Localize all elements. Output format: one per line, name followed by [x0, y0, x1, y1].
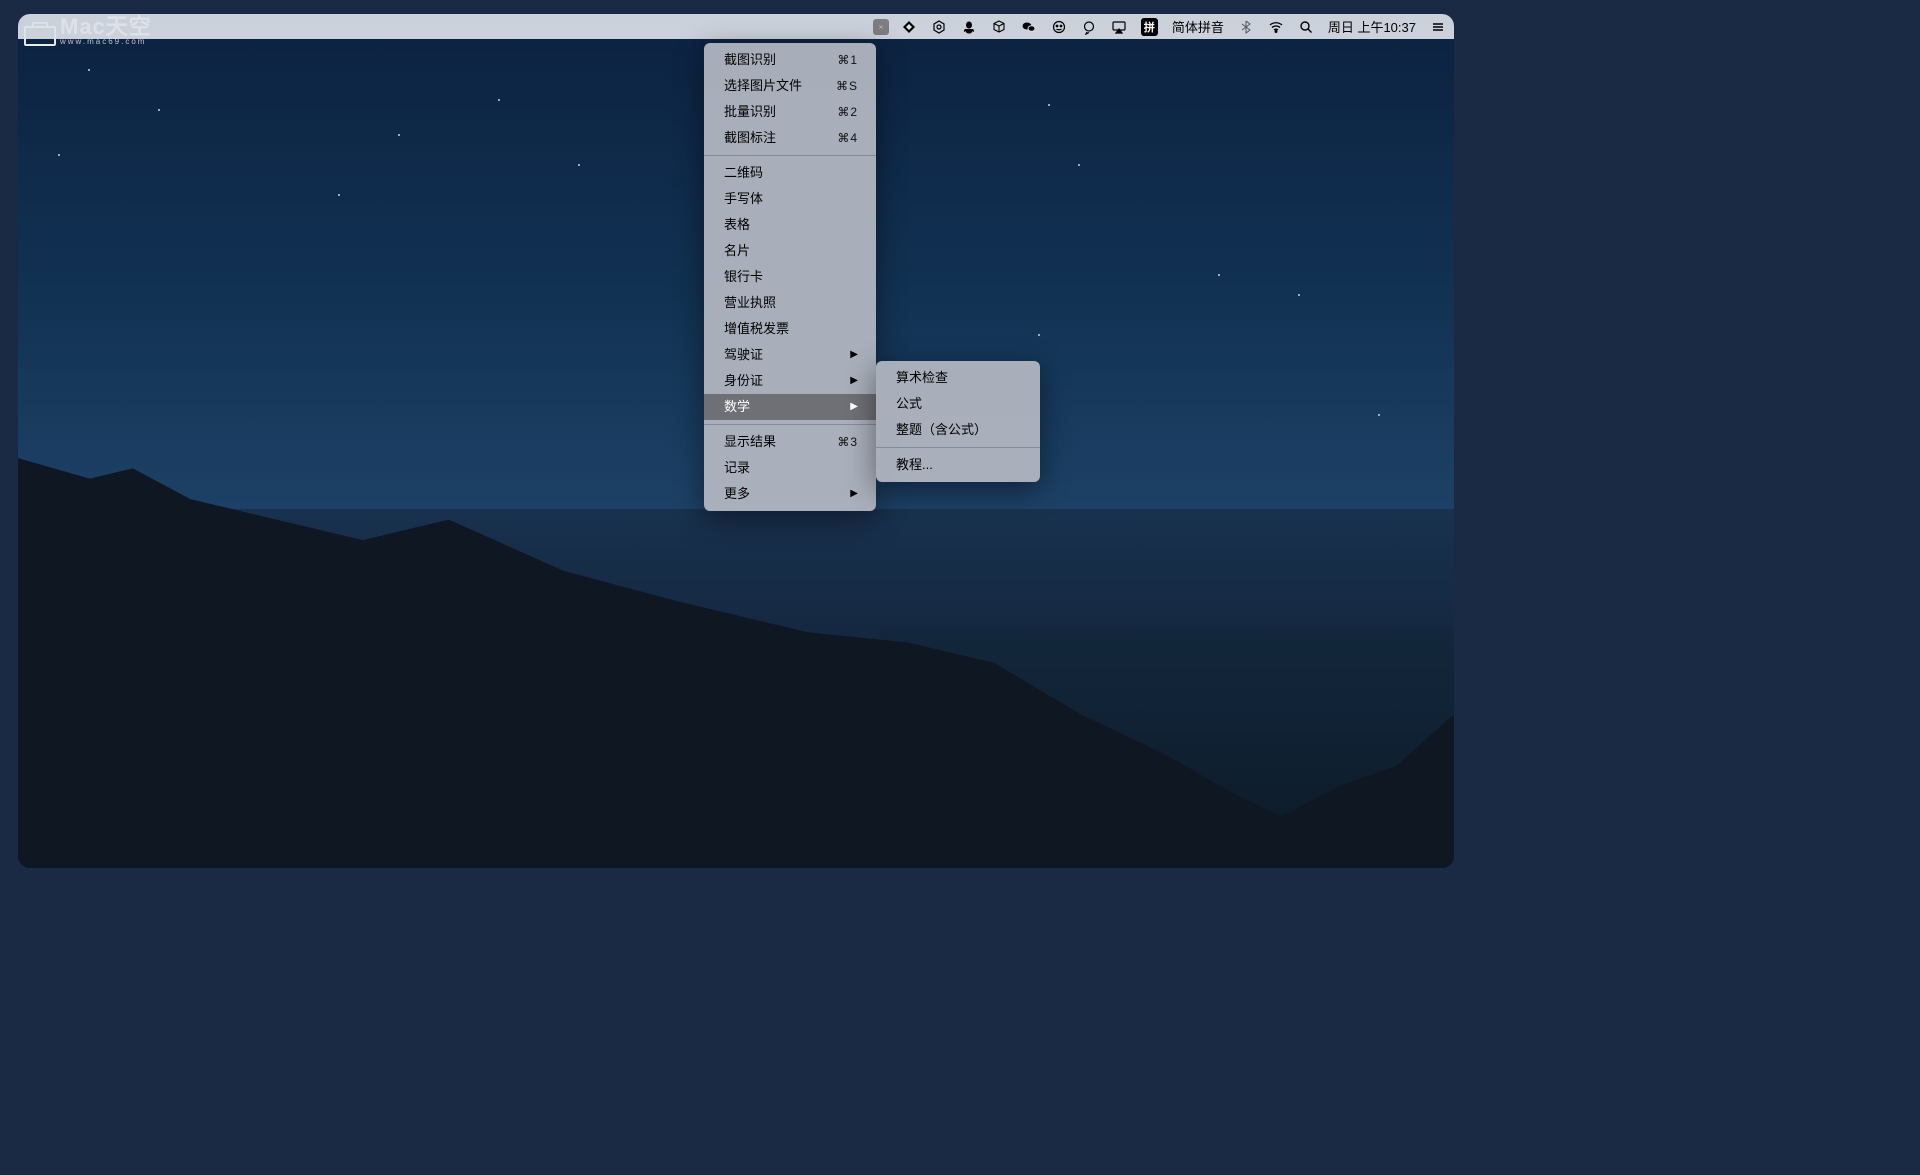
menu-namecard[interactable]: 名片	[704, 238, 876, 264]
menu-label: 营业执照	[724, 293, 776, 313]
menu-label: 数学	[724, 397, 750, 417]
menu-select-image[interactable]: 选择图片文件 ⌘S	[704, 73, 876, 99]
watermark-url: www.mac69.com	[60, 38, 152, 46]
menu-math[interactable]: 数学 ▶	[704, 394, 876, 420]
menu-label: 银行卡	[724, 267, 763, 287]
menu-icon[interactable]	[1430, 19, 1446, 35]
submenu-formula[interactable]: 公式	[876, 391, 1040, 417]
submenu-fullquestion[interactable]: 整题（含公式）	[876, 417, 1040, 443]
diamond-icon[interactable]	[901, 19, 917, 35]
submenu-arithmetic[interactable]: 算术检查	[876, 365, 1040, 391]
datetime[interactable]: 周日 上午10:37	[1328, 17, 1416, 36]
shortcut: ⌘S	[836, 76, 858, 96]
menu-label: 驾驶证	[724, 345, 763, 365]
menu-label: 截图标注	[724, 128, 776, 148]
input-method-label[interactable]: 简体拼音	[1172, 17, 1224, 36]
menu-separator	[704, 155, 876, 156]
menu-label: 更多	[724, 484, 750, 504]
submenu-arrow-icon: ▶	[850, 484, 858, 504]
menu-handwriting[interactable]: 手写体	[704, 186, 876, 212]
menu-label: 手写体	[724, 189, 763, 209]
submenu-arrow-icon: ▶	[850, 371, 858, 391]
shortcut: ⌘3	[837, 432, 858, 452]
menu-label: 选择图片文件	[724, 76, 802, 96]
submenu-arrow-icon: ▶	[850, 345, 858, 365]
menu-label: 二维码	[724, 163, 763, 183]
shortcut: ⌘4	[837, 128, 858, 148]
menu-vat[interactable]: 增值税发票	[704, 316, 876, 342]
menu-separator	[876, 447, 1040, 448]
menu-label: 身份证	[724, 371, 763, 391]
submenu-tutorial[interactable]: 教程...	[876, 452, 1040, 478]
menu-label: 显示结果	[724, 432, 776, 452]
input-method-badge[interactable]: 拼	[1141, 18, 1158, 36]
menu-history[interactable]: 记录	[704, 455, 876, 481]
qq-icon[interactable]	[961, 19, 977, 35]
menu-label: 名片	[724, 241, 750, 261]
shortcut: ⌘2	[837, 102, 858, 122]
menu-driver-license[interactable]: 驾驶证 ▶	[704, 342, 876, 368]
menu-label: 增值税发票	[724, 319, 789, 339]
chat-icon[interactable]	[1081, 19, 1097, 35]
menu-label: 整题（含公式）	[896, 420, 987, 440]
menu-show-result[interactable]: 显示结果 ⌘3	[704, 429, 876, 455]
menu-label: 截图识别	[724, 50, 776, 70]
dropdown-menu: 截图识别 ⌘1 选择图片文件 ⌘S 批量识别 ⌘2 截图标注 ⌘4 二维码 手写体 表格…	[704, 43, 876, 511]
desktop-window: Mac天空 www.mac69.com 拼 简体拼音 周日 上午10:37 截图…	[18, 14, 1454, 868]
cube-icon[interactable]	[991, 19, 1007, 35]
menu-label: 公式	[896, 394, 922, 414]
wechat-icon[interactable]	[1021, 19, 1037, 35]
emoji-icon[interactable]	[1051, 19, 1067, 35]
math-submenu: 算术检查 公式 整题（含公式） 教程...	[876, 361, 1040, 482]
menu-license[interactable]: 营业执照	[704, 290, 876, 316]
menu-table[interactable]: 表格	[704, 212, 876, 238]
menu-label: 批量识别	[724, 102, 776, 122]
bluetooth-icon[interactable]	[1238, 19, 1254, 35]
menu-more[interactable]: 更多 ▶	[704, 481, 876, 507]
menu-id-card[interactable]: 身份证 ▶	[704, 368, 876, 394]
menu-label: 记录	[724, 458, 750, 478]
menu-batch-ocr[interactable]: 批量识别 ⌘2	[704, 99, 876, 125]
search-icon[interactable]	[1298, 19, 1314, 35]
menu-screenshot-ocr[interactable]: 截图识别 ⌘1	[704, 47, 876, 73]
wifi-icon[interactable]	[1268, 19, 1284, 35]
capture-icon[interactable]	[873, 19, 889, 35]
submenu-arrow-icon: ▶	[850, 397, 858, 417]
hexagon-icon[interactable]	[931, 19, 947, 35]
menu-screenshot-annotate[interactable]: 截图标注 ⌘4	[704, 125, 876, 151]
menubar: 拼 简体拼音 周日 上午10:37	[18, 14, 1454, 39]
menu-bankcard[interactable]: 银行卡	[704, 264, 876, 290]
airplay-icon[interactable]	[1111, 19, 1127, 35]
shortcut: ⌘1	[837, 50, 858, 70]
menu-label: 教程...	[896, 455, 933, 475]
menu-label: 算术检查	[896, 368, 948, 388]
menu-separator	[704, 424, 876, 425]
menu-label: 表格	[724, 215, 750, 235]
menu-qrcode[interactable]: 二维码	[704, 160, 876, 186]
